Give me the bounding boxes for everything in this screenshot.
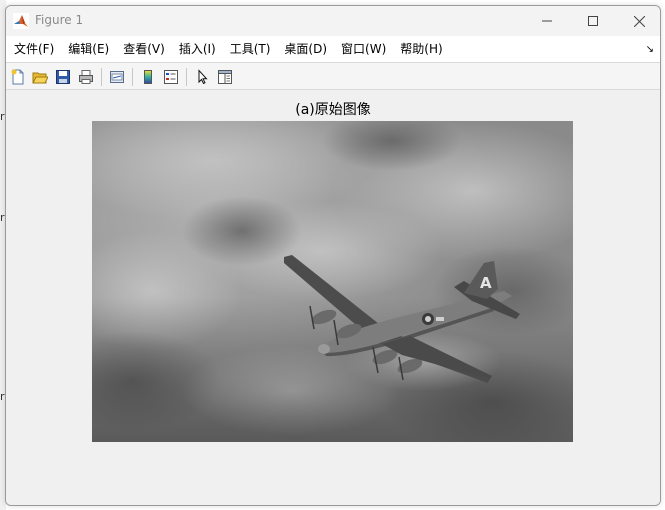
matlab-icon [13,13,29,29]
pointer-icon[interactable] [192,67,212,87]
close-button[interactable] [616,6,660,36]
print-icon[interactable] [76,67,96,87]
new-figure-icon[interactable] [8,67,28,87]
link-plot-icon[interactable] [107,67,127,87]
background-text: r [0,110,5,123]
menu-desktop[interactable]: 桌面(D) [277,38,334,60]
save-icon[interactable] [53,67,73,87]
menu-view[interactable]: 查看(V) [116,38,172,60]
menu-file[interactable]: 文件(F) [7,38,61,60]
menu-tools[interactable]: 工具(T) [223,38,278,60]
maximize-button[interactable] [570,6,616,36]
minimize-button[interactable] [524,6,570,36]
title-bar[interactable]: Figure 1 [6,6,660,36]
svg-text:A: A [480,274,492,292]
property-editor-icon[interactable] [215,67,235,87]
menu-window[interactable]: 窗口(W) [334,38,393,60]
background-text: r [0,390,5,403]
menu-bar: 文件(F) 编辑(E) 查看(V) 插入(I) 工具(T) 桌面(D) 窗口(W… [6,36,660,62]
toolbar-separator [132,68,133,86]
background-text: r [0,211,5,224]
menu-edit[interactable]: 编辑(E) [61,38,116,60]
grayscale-airplane-image: A [92,121,573,442]
open-file-icon[interactable] [30,67,50,87]
toolbar-separator [101,68,102,86]
window-title: Figure 1 [35,13,84,27]
colorbar-icon[interactable] [138,67,158,87]
legend-icon[interactable] [161,67,181,87]
image-axes[interactable]: A [92,121,573,442]
figure-canvas[interactable]: (a)原始图像 A [6,90,660,505]
figure-toolbar [6,62,660,90]
menu-dock-arrow-icon[interactable]: ↘ [646,44,654,55]
figure-window: Figure 1 文件(F) 编辑(E) 查看(V) 插入(I) 工具(T) 桌… [5,5,661,506]
menu-insert[interactable]: 插入(I) [172,38,223,60]
toolbar-separator [186,68,187,86]
menu-help[interactable]: 帮助(H) [393,38,449,60]
plot-title: (a)原始图像 [295,102,371,118]
